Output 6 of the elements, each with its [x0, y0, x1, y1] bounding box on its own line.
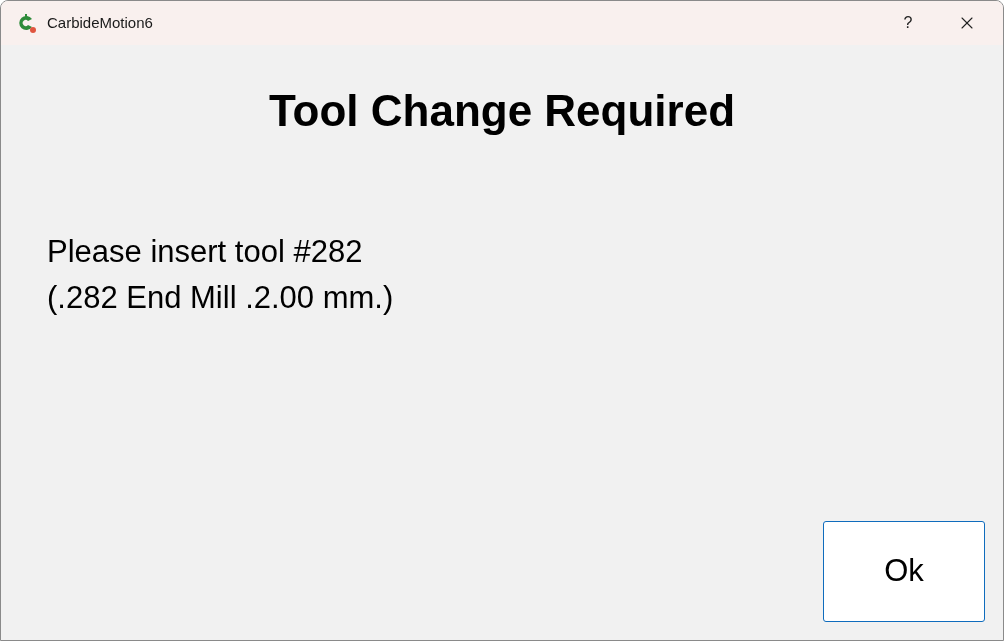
dialog-heading: Tool Change Required [267, 85, 737, 137]
message-line: Please insert tool #282 [47, 233, 364, 271]
ok-button[interactable]: Ok [823, 521, 985, 622]
message-line: (.282 End Mill .2.00 mm.) [47, 279, 395, 317]
window-title: CarbideMotion6 [47, 12, 153, 33]
help-button[interactable]: ? [885, 1, 931, 45]
